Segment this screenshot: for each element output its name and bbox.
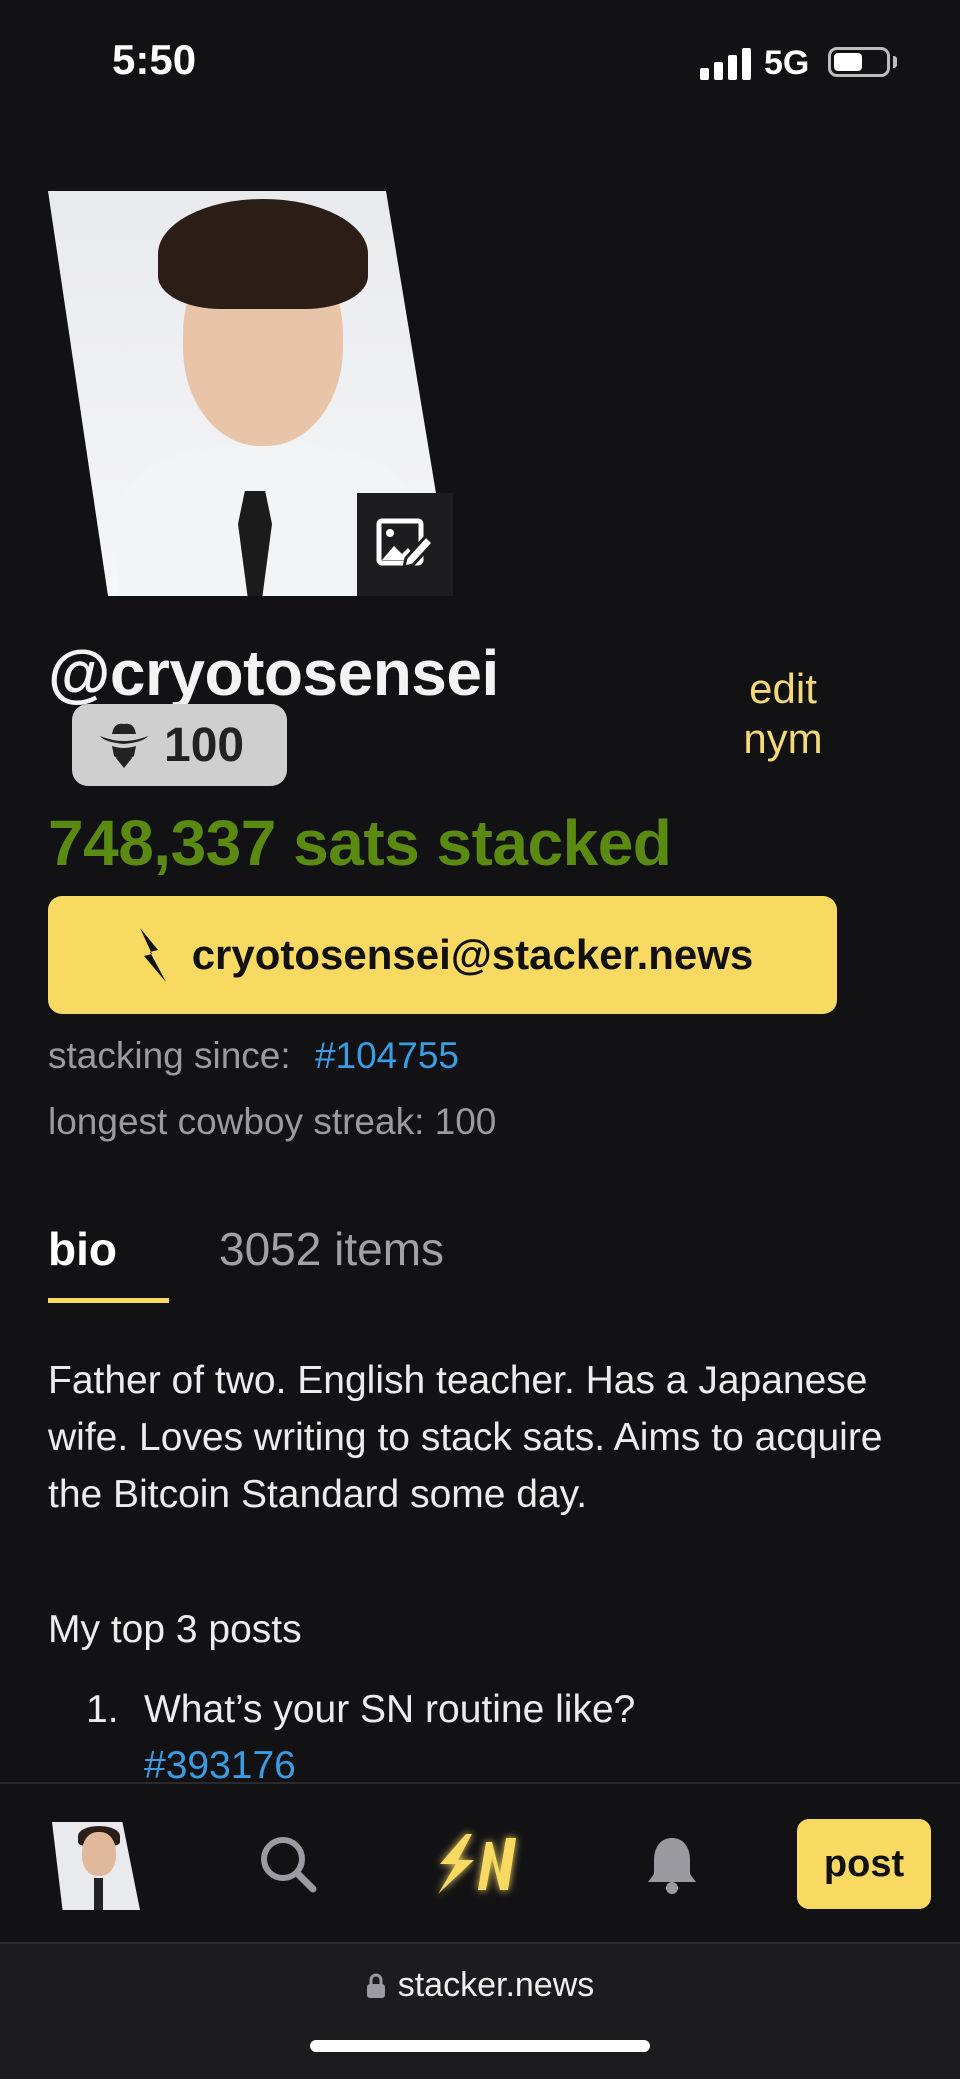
search-icon bbox=[261, 1837, 317, 1893]
longest-cowboy-streak: longest cowboy streak: 100 bbox=[48, 1101, 497, 1142]
home-indicator[interactable] bbox=[310, 2040, 650, 2052]
lightning-bolt-icon bbox=[139, 928, 166, 982]
top-posts-heading: My top 3 posts bbox=[48, 1608, 302, 1651]
cowboy-streak-count: 100 bbox=[164, 718, 245, 772]
home-button[interactable] bbox=[428, 1824, 528, 1909]
profile-nym: @cryotosensei bbox=[48, 637, 499, 709]
edit-image-icon bbox=[376, 518, 434, 569]
tab-items[interactable]: 3052 items bbox=[219, 1222, 444, 1276]
status-time: 5:50 bbox=[112, 36, 197, 83]
post-button[interactable]: post bbox=[797, 1819, 931, 1909]
list-item-number: 1. bbox=[86, 1688, 119, 1731]
battery-icon bbox=[828, 47, 890, 77]
lightning-address-button[interactable]: cryotosensei@stacker.news bbox=[48, 896, 837, 1014]
edit-photo-button[interactable] bbox=[357, 493, 453, 596]
cowboy-icon bbox=[100, 723, 148, 768]
edit-nym-link[interactable]: edit nym bbox=[728, 664, 838, 764]
status-bar: 5:50 5G bbox=[0, 0, 960, 120]
signal-strength-icon bbox=[700, 46, 752, 80]
tab-bio[interactable]: bio bbox=[48, 1222, 117, 1276]
browser-url-bar[interactable]: stacker.news bbox=[0, 1942, 960, 2079]
cowboy-streak-badge: 100 bbox=[72, 704, 287, 786]
list-item: 1. What’s your SN routine like? bbox=[86, 1688, 635, 1732]
active-tab-indicator bbox=[48, 1298, 169, 1303]
bell-icon bbox=[648, 1838, 696, 1894]
lightning-address: cryotosensei@stacker.news bbox=[191, 931, 754, 978]
url-row: stacker.news bbox=[0, 1966, 960, 2005]
list-item-title: What’s your SN routine like? bbox=[144, 1688, 636, 1731]
battery-tip bbox=[893, 56, 897, 68]
stacking-since-label: stacking since: bbox=[48, 1035, 291, 1076]
search-button[interactable] bbox=[258, 1834, 318, 1899]
bio-text: Father of two. English teacher. Has a Ja… bbox=[48, 1359, 883, 1516]
stacking-since-link[interactable]: #104755 bbox=[315, 1035, 459, 1076]
notifications-button[interactable] bbox=[644, 1834, 700, 1901]
sn-logo-icon bbox=[438, 1834, 516, 1894]
lock-icon bbox=[366, 1973, 385, 1998]
profile-tabs: bio 3052 items bbox=[48, 1222, 912, 1303]
url-text: stacker.news bbox=[397, 1966, 595, 2004]
network-label: 5G bbox=[764, 44, 810, 82]
nav-avatar[interactable] bbox=[52, 1822, 140, 1910]
bottom-nav: post bbox=[0, 1782, 960, 1942]
stacking-since: stacking since: #104755 bbox=[48, 1035, 459, 1077]
sats-stacked: 748,337 sats stacked bbox=[48, 807, 672, 879]
